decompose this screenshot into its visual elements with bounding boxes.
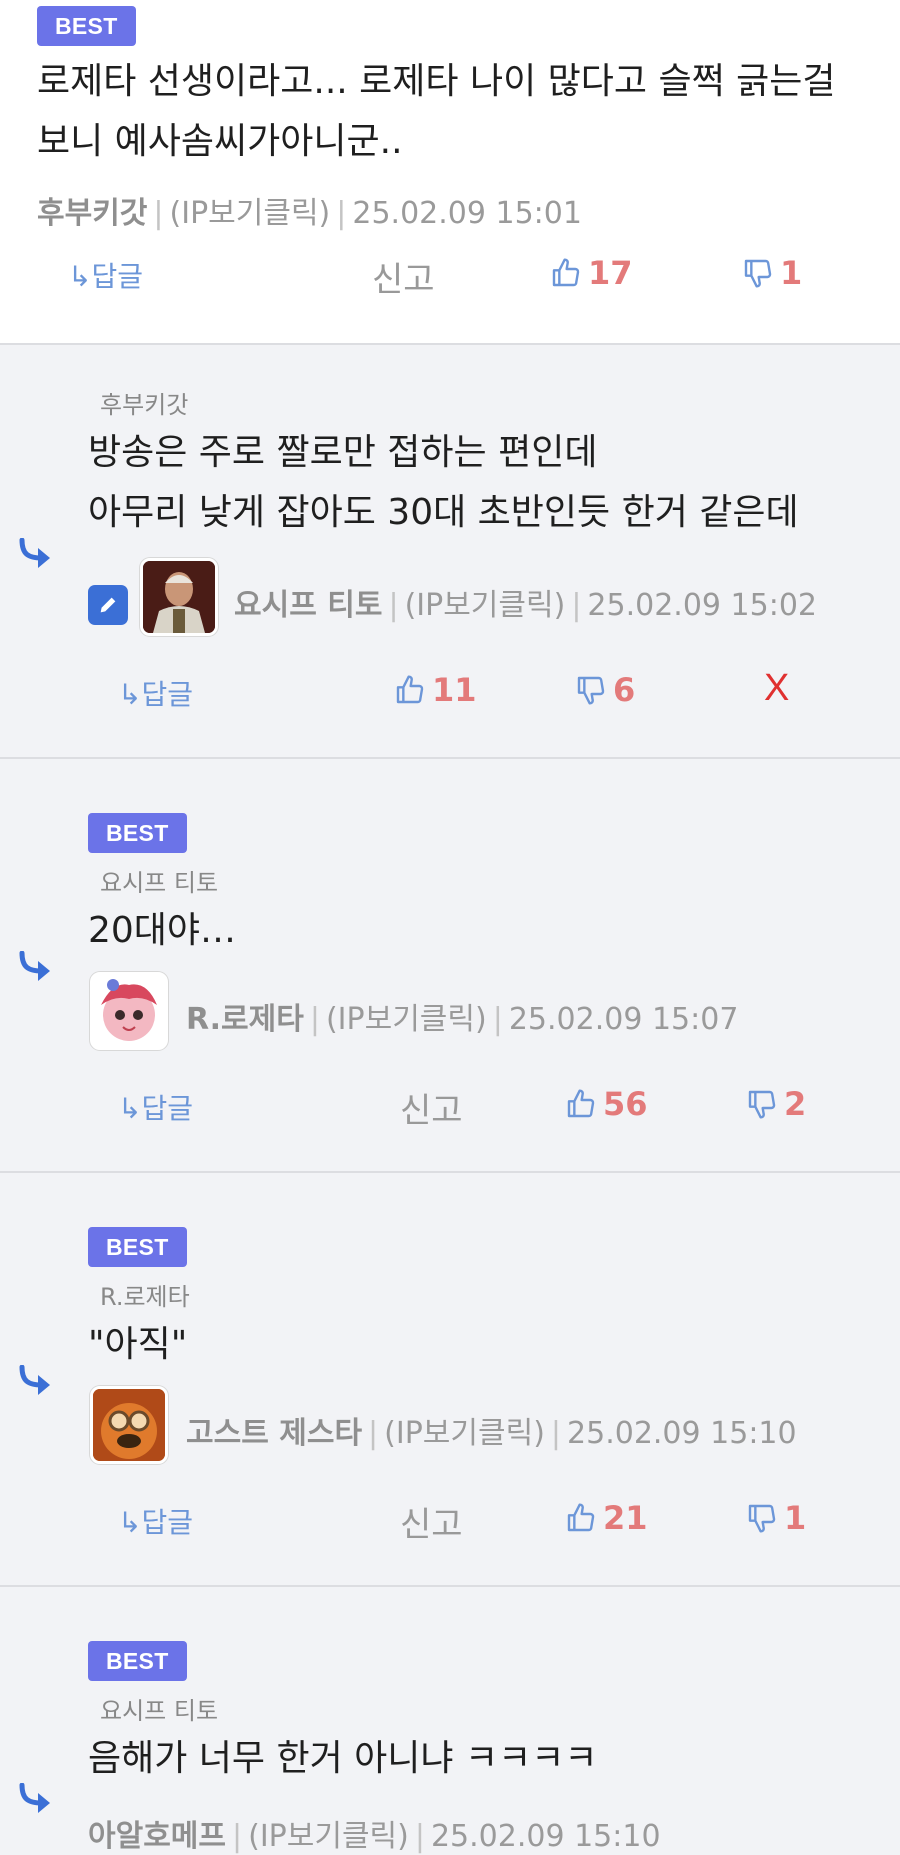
like-count: 21	[603, 1499, 648, 1537]
parent-author: 요시프 티토	[100, 1697, 219, 1725]
avatar[interactable]	[90, 972, 168, 1050]
avatar[interactable]	[90, 1386, 168, 1464]
reply-button[interactable]: ↳답글	[118, 1501, 193, 1541]
dislike-button[interactable]: 1	[746, 1499, 806, 1537]
parent-author: 후부키갓	[100, 391, 189, 419]
comment-line: 보니 예사솜씨가아니군..	[37, 121, 403, 162]
comment-content: 방송은 주로 짤로만 접하는 편인데 아무리 낮게 잡아도 30대 초반인듯 한…	[88, 423, 799, 543]
like-count: 56	[603, 1085, 648, 1123]
like-count: 17	[588, 254, 633, 292]
dislike-button[interactable]: 1	[742, 254, 802, 292]
like-button[interactable]: 17	[550, 254, 633, 292]
ip-view-link[interactable]: (IP보기클릭)	[326, 1002, 487, 1037]
edit-icon[interactable]	[88, 585, 128, 625]
comment-content: "아직"	[88, 1315, 187, 1375]
reply-arrow-icon	[19, 951, 50, 981]
thumbs-up-icon	[567, 1089, 595, 1118]
author-name[interactable]: 고스트 제스타	[186, 1416, 362, 1451]
like-button[interactable]: 56	[565, 1085, 648, 1123]
thumbs-down-icon	[748, 1504, 776, 1533]
parent-author: 요시프 티토	[100, 869, 219, 897]
dislike-count: 6	[613, 671, 636, 709]
thumbs-up-icon	[567, 1503, 595, 1532]
best-badge: BEST	[88, 813, 187, 853]
comment-reply-item: BEST 요시프 티토 음해가 너무 한거 아니냐 ㅋㅋㅋㅋ 아알호메프 | (IP…	[0, 1587, 900, 1854]
timestamp: 25.02.09 15:07	[508, 1002, 739, 1037]
comment-line: "아직"	[88, 1324, 188, 1365]
comment-content: 음해가 너무 한거 아니냐 ㅋㅋㅋㅋ	[88, 1729, 597, 1789]
best-badge: BEST	[37, 6, 136, 46]
ip-view-link[interactable]: (IP보기클릭)	[384, 1416, 545, 1451]
timestamp: 25.02.09 15:02	[587, 588, 818, 623]
ip-view-link[interactable]: (IP보기클릭)	[405, 588, 566, 623]
like-button[interactable]: 11	[394, 671, 477, 709]
comment-meta: 고스트 제스타 | (IP보기클릭) | 25.02.09 15:10	[186, 1416, 797, 1451]
reply-arrow-icon	[19, 538, 50, 568]
timestamp: 25.02.09 15:10	[567, 1416, 797, 1451]
reply-button[interactable]: ↳답글	[68, 255, 143, 295]
like-button[interactable]: 21	[565, 1499, 648, 1537]
dislike-count: 2	[784, 1085, 807, 1123]
comment-line: 음해가 너무 한거 아니냐 ㅋㅋㅋㅋ	[88, 1738, 598, 1779]
comment-meta: 후부키갓 | (IP보기클릭) | 25.02.09 15:01	[37, 196, 582, 231]
best-badge: BEST	[88, 1641, 187, 1681]
thumbs-up-icon	[396, 675, 424, 704]
comment-meta: R.로제타 | (IP보기클릭) | 25.02.09 15:07	[186, 1002, 739, 1037]
reply-button[interactable]: ↳답글	[118, 1087, 193, 1127]
report-button[interactable]: 신고	[400, 1083, 463, 1132]
report-button[interactable]: 신고	[372, 252, 435, 301]
timestamp: 25.02.09 15:10	[430, 1819, 661, 1854]
comment-item: BEST 로제타 선생이라고... 로제타 나이 많다고 슬쩍 긁는걸 보니 예…	[0, 0, 900, 345]
like-count: 11	[432, 671, 477, 709]
report-button[interactable]: 신고	[400, 1497, 463, 1546]
thumbs-down-icon	[748, 1090, 776, 1119]
comment-meta: 아알호메프 | (IP보기클릭) | 25.02.09 15:10	[88, 1819, 661, 1854]
thumbs-down-icon	[577, 676, 605, 705]
comment-line: 로제타 선생이라고... 로제타 나이 많다고 슬쩍 긁는걸	[37, 61, 836, 102]
dislike-count: 1	[784, 1499, 807, 1537]
dislike-button[interactable]: 2	[746, 1085, 806, 1123]
comment-line: 20대야…	[88, 910, 237, 951]
ip-view-link[interactable]: (IP보기클릭)	[248, 1819, 409, 1854]
comment-reply-item: BEST R.로제타 "아직" 고스트 제스타 | (IP보기클릭) | 25.02.0…	[0, 1173, 900, 1587]
comment-reply-item: BEST 요시프 티토 20대야… R.로제타 | (IP보기클릭) | 25.02.0…	[0, 759, 900, 1173]
comment-reply-item: 후부키갓 방송은 주로 짤로만 접하는 편인데 아무리 낮게 잡아도 30대 초…	[0, 345, 900, 759]
comment-meta: 요시프 티토 | (IP보기클릭) | 25.02.09 15:02	[234, 588, 818, 623]
author-name[interactable]: 요시프 티토	[234, 588, 382, 623]
dislike-count: 1	[780, 254, 803, 292]
author-name[interactable]: 후부키갓	[37, 196, 147, 231]
timestamp: 25.02.09 15:01	[352, 196, 582, 231]
reply-arrow-icon	[19, 1783, 50, 1813]
comment-line: 아무리 낮게 잡아도 30대 초반인듯 한거 같은데	[88, 492, 799, 533]
ip-view-link[interactable]: (IP보기클릭)	[170, 196, 331, 231]
comment-content: 로제타 선생이라고... 로제타 나이 많다고 슬쩍 긁는걸 보니 예사솜씨가아…	[37, 52, 836, 172]
best-badge: BEST	[88, 1227, 187, 1267]
reply-button[interactable]: ↳답글	[118, 673, 193, 713]
reply-arrow-icon	[19, 1365, 50, 1395]
avatar[interactable]	[140, 558, 218, 636]
author-name[interactable]: R.로제타	[186, 1002, 304, 1037]
comment-line: 방송은 주로 짤로만 접하는 편인데	[88, 432, 598, 473]
thumbs-down-icon	[744, 259, 772, 288]
thumbs-up-icon	[552, 258, 580, 287]
comment-content: 20대야…	[88, 901, 236, 961]
delete-button[interactable]: X	[764, 667, 789, 710]
parent-author: R.로제타	[100, 1283, 190, 1311]
author-name[interactable]: 아알호메프	[88, 1819, 226, 1854]
dislike-button[interactable]: 6	[575, 671, 635, 709]
